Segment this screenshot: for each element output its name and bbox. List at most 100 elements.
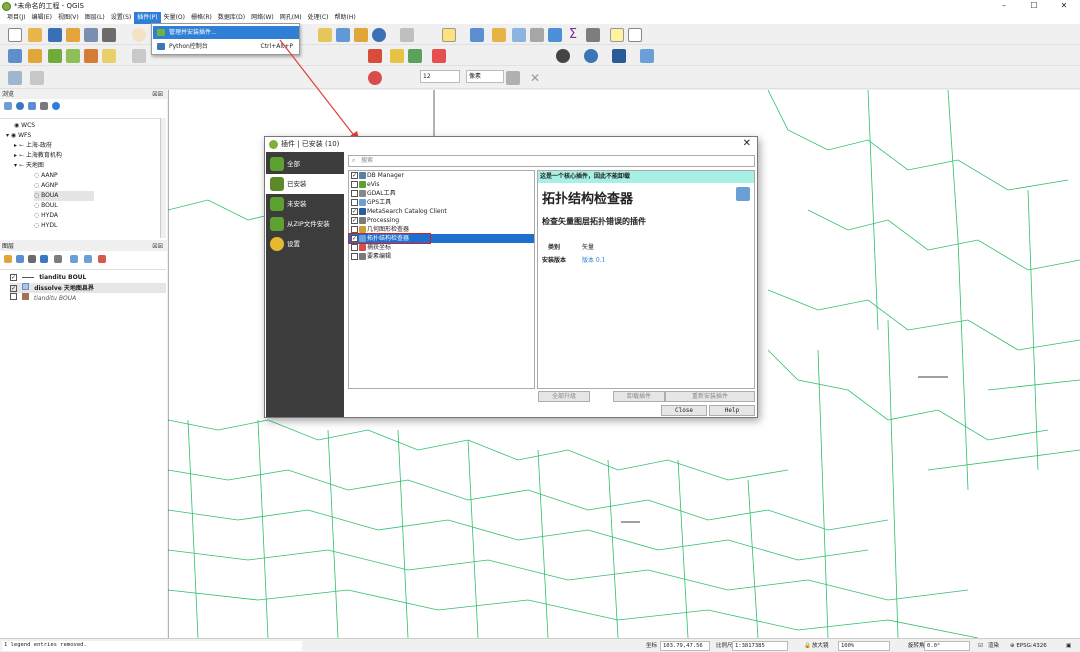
tab-settings[interactable]: 设置 <box>266 234 344 254</box>
zoom-layer-icon[interactable] <box>318 28 332 42</box>
map-tips-icon[interactable] <box>610 28 624 42</box>
label-highlight-icon[interactable] <box>432 49 446 63</box>
layer-dissolve[interactable]: ✓ dissolve 天地图县界 <box>10 283 166 293</box>
tree-item-boua[interactable]: ◌ BOUA <box>34 191 94 201</box>
open-styling-icon[interactable] <box>4 255 12 263</box>
add-csv-layer-icon[interactable] <box>84 49 98 63</box>
filter-expression-icon[interactable] <box>54 255 62 263</box>
advanced-digitize-icon[interactable] <box>30 71 44 85</box>
label-icon[interactable] <box>390 49 404 63</box>
identify-features-icon[interactable] <box>8 71 22 85</box>
info-icon[interactable] <box>52 102 60 110</box>
attribute-table-icon[interactable] <box>470 28 484 42</box>
cross-icon[interactable]: ✕ <box>528 71 542 85</box>
tree-item-wcs[interactable]: ◉ WCS <box>14 121 35 131</box>
plugin-item[interactable]: GDAL工具 <box>349 189 534 198</box>
add-selected-icon[interactable] <box>4 102 12 110</box>
manage-plugins-item[interactable]: 管理并安装插件... <box>153 26 299 39</box>
tree-item-hydl[interactable]: ◌ HYDL <box>34 221 57 231</box>
label-pin-icon[interactable] <box>408 49 422 63</box>
topology-checker-icon[interactable] <box>640 49 654 63</box>
tree-item-hyda[interactable]: ◌ HYDA <box>34 211 58 221</box>
sum-icon[interactable]: Σ <box>566 28 580 42</box>
add-group-icon[interactable] <box>16 255 24 263</box>
filter-icon[interactable] <box>28 102 36 110</box>
magnifier-field[interactable]: 100% <box>838 641 890 651</box>
menu-layer[interactable]: 图层(L) <box>82 12 108 24</box>
filter-legend-icon[interactable] <box>40 255 48 263</box>
visibility-icon[interactable] <box>28 255 36 263</box>
toolbox-icon[interactable] <box>530 28 544 42</box>
panel-close-icon[interactable]: ☒☒ <box>152 90 163 99</box>
remove-layer-icon[interactable] <box>98 255 106 263</box>
digitize-icon[interactable] <box>132 49 146 63</box>
menu-project[interactable]: 项目(J) <box>4 12 28 24</box>
maximize-button[interactable]: ☐ <box>1020 0 1048 12</box>
zoom-native-icon[interactable] <box>354 28 368 42</box>
tree-item-tianditu[interactable]: ▾ ⇽ 天地图 <box>14 161 44 171</box>
units-select[interactable]: 像素 <box>466 70 504 83</box>
add-vector-layer-icon[interactable] <box>28 49 42 63</box>
tab-not-installed[interactable]: 未安装 <box>266 194 344 214</box>
close-button[interactable]: Close <box>661 405 707 416</box>
render-checkbox[interactable]: ☑ <box>978 641 983 651</box>
messages-icon[interactable]: ▣ <box>1066 641 1071 651</box>
plugin-search-input[interactable]: ⌕ 搜索 <box>348 155 755 167</box>
menu-view[interactable]: 视图(V) <box>55 12 82 24</box>
plugin-item[interactable]: ✓ Processing <box>349 216 534 225</box>
plugin-item[interactable]: 要素编辑 <box>349 252 534 261</box>
tab-install-zip[interactable]: 从ZIP文件安装 <box>266 214 344 234</box>
new-project-icon[interactable] <box>8 28 22 42</box>
identify-icon[interactable] <box>400 28 414 42</box>
minimize-button[interactable]: – <box>990 0 1018 12</box>
panel-close-icon[interactable]: ☒☒ <box>152 242 163 251</box>
no-entry-icon[interactable] <box>368 71 382 85</box>
vertex-tool-icon[interactable] <box>506 71 520 85</box>
lock-icon[interactable]: 🔒 <box>804 641 811 651</box>
plugin-item[interactable]: eVis <box>349 180 534 189</box>
statistics-icon[interactable] <box>512 28 526 42</box>
tree-item-agnp[interactable]: ◌ AGNP <box>34 181 58 191</box>
plugin-item[interactable]: ✓ DB Manager <box>349 171 534 180</box>
open-project-icon[interactable] <box>28 28 42 42</box>
crs-button[interactable]: ⊕ EPSG:4326 <box>1010 641 1047 651</box>
dialog-close-button[interactable]: ✕ <box>743 137 751 151</box>
menu-help[interactable]: 帮助(H) <box>332 12 359 24</box>
globe-icon[interactable] <box>556 49 570 63</box>
new-print-layout-icon[interactable] <box>66 28 80 42</box>
tab-all[interactable]: 全部 <box>266 154 344 174</box>
layer-tianditu-boul[interactable]: ✓ tianditu BOUL <box>10 273 86 283</box>
add-spatialite-icon[interactable] <box>102 49 116 63</box>
tree-item-aanp[interactable]: ◌ AANP <box>34 171 58 181</box>
expand-all-icon[interactable] <box>70 255 78 263</box>
save-project-icon[interactable] <box>48 28 62 42</box>
python-console-icon[interactable] <box>584 49 598 63</box>
plugin-item[interactable]: ✓ MetaSearch Catalog Client <box>349 207 534 216</box>
field-calculator-icon[interactable] <box>492 28 506 42</box>
menu-settings[interactable]: 设置(S) <box>108 12 135 24</box>
close-window-button[interactable]: ✕ <box>1050 0 1078 12</box>
style-manager-icon[interactable] <box>102 28 116 42</box>
scale-field[interactable]: 1:3817385 <box>732 641 788 651</box>
browser-scrollbar[interactable] <box>160 118 166 238</box>
upgrade-all-button[interactable]: 全部升级 <box>538 391 590 402</box>
layout-manager-icon[interactable] <box>84 28 98 42</box>
menu-processing[interactable]: 处理(C) <box>305 12 332 24</box>
layer-tianditu-boua[interactable]: tianditu BOUA <box>10 293 76 303</box>
reinstall-button[interactable]: 重新安装插件 <box>665 391 755 402</box>
coordinate-field[interactable]: 103.79,47.56 <box>660 641 710 651</box>
tab-installed[interactable]: 已安装 <box>266 174 344 194</box>
pan-hand-icon[interactable] <box>132 28 146 42</box>
menu-edit[interactable]: 编辑(E) <box>28 12 54 24</box>
tree-item-boul[interactable]: ◌ BOUL <box>34 201 58 211</box>
measure-icon[interactable] <box>586 28 600 42</box>
collapse-all-icon[interactable] <box>40 102 48 110</box>
tree-item-shanghai-edu[interactable]: ▸ ⇽ 上海教育机构 <box>14 151 62 161</box>
refresh-icon[interactable] <box>372 28 386 42</box>
data-source-manager-icon[interactable] <box>8 49 22 63</box>
plugin-item[interactable]: 捕获坐标 <box>349 243 534 252</box>
text-annotation-icon[interactable] <box>628 28 642 42</box>
zoom-selection-icon[interactable] <box>336 28 350 42</box>
tree-item-wfs[interactable]: ▾ ◉ WFS <box>6 131 31 141</box>
gear-icon[interactable] <box>548 28 562 42</box>
